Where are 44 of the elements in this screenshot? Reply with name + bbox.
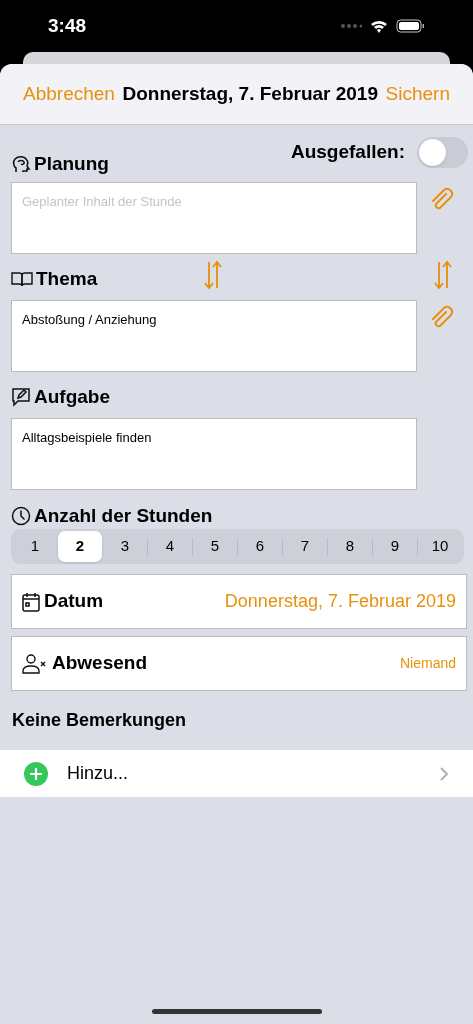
segment[interactable]: 7 (283, 531, 327, 562)
text-area-field[interactable]: Geplanter Inhalt der Stunde (11, 182, 417, 254)
add-label: Hinzu... (67, 762, 130, 785)
wifi-icon (370, 19, 388, 33)
date-row[interactable]: Datum Donnerstag, 7. Februar 2019 (11, 574, 467, 629)
book-icon (11, 271, 33, 287)
status-time: 3:48 (48, 13, 87, 38)
segment[interactable]: 1 (13, 531, 57, 562)
text-area-field[interactable]: Abstoßung / Anziehung (11, 300, 417, 372)
chevron-right-icon (440, 766, 449, 781)
row-label: Abwesend (52, 651, 148, 676)
add-icon (24, 761, 48, 786)
person-x-icon (22, 653, 48, 674)
section-label: Planung (34, 151, 109, 176)
segment[interactable]: 4 (148, 531, 192, 562)
row-label: Datum (44, 589, 104, 614)
segment[interactable]: 3 (103, 531, 147, 562)
battery-icon (396, 19, 425, 33)
clock-icon (11, 506, 31, 526)
toggle-label: Ausgefallen: (290, 139, 405, 164)
segment[interactable]: 9 (373, 531, 417, 562)
segment[interactable]: 6 (238, 531, 282, 562)
cancelled-toggle[interactable] (417, 136, 468, 168)
swap-arrows-icon[interactable] (433, 260, 453, 290)
text-area-field[interactable]: Alltagsbeispiele finden (11, 418, 417, 490)
row-value: Niemand (399, 654, 456, 673)
segment[interactable]: 5 (193, 531, 237, 562)
segment[interactable]: 2 (58, 531, 102, 562)
swap-arrows-icon[interactable] (203, 260, 223, 290)
home-indicator[interactable] (152, 1009, 322, 1014)
segment[interactable]: 10 (418, 531, 462, 562)
calendar-icon (22, 591, 40, 612)
absent-row[interactable]: Abwesend Niemand (11, 636, 467, 691)
section-label: Aufgabe (34, 384, 110, 409)
speech-pencil-icon (11, 387, 31, 407)
row-value: Donnerstag, 7. Februar 2019 (224, 590, 456, 613)
section-label: Anzahl der Stunden (34, 503, 213, 528)
add-row[interactable]: Hinzu... (0, 750, 473, 797)
section-label: Thema (36, 266, 98, 291)
remarks-heading: Keine Bemerkungen (11, 709, 188, 732)
head-icon (11, 154, 31, 174)
signal-icon (340, 23, 362, 29)
nav-title: Donnerstag, 7. Februar 2019 (122, 81, 378, 106)
segment[interactable]: 8 (328, 531, 372, 562)
